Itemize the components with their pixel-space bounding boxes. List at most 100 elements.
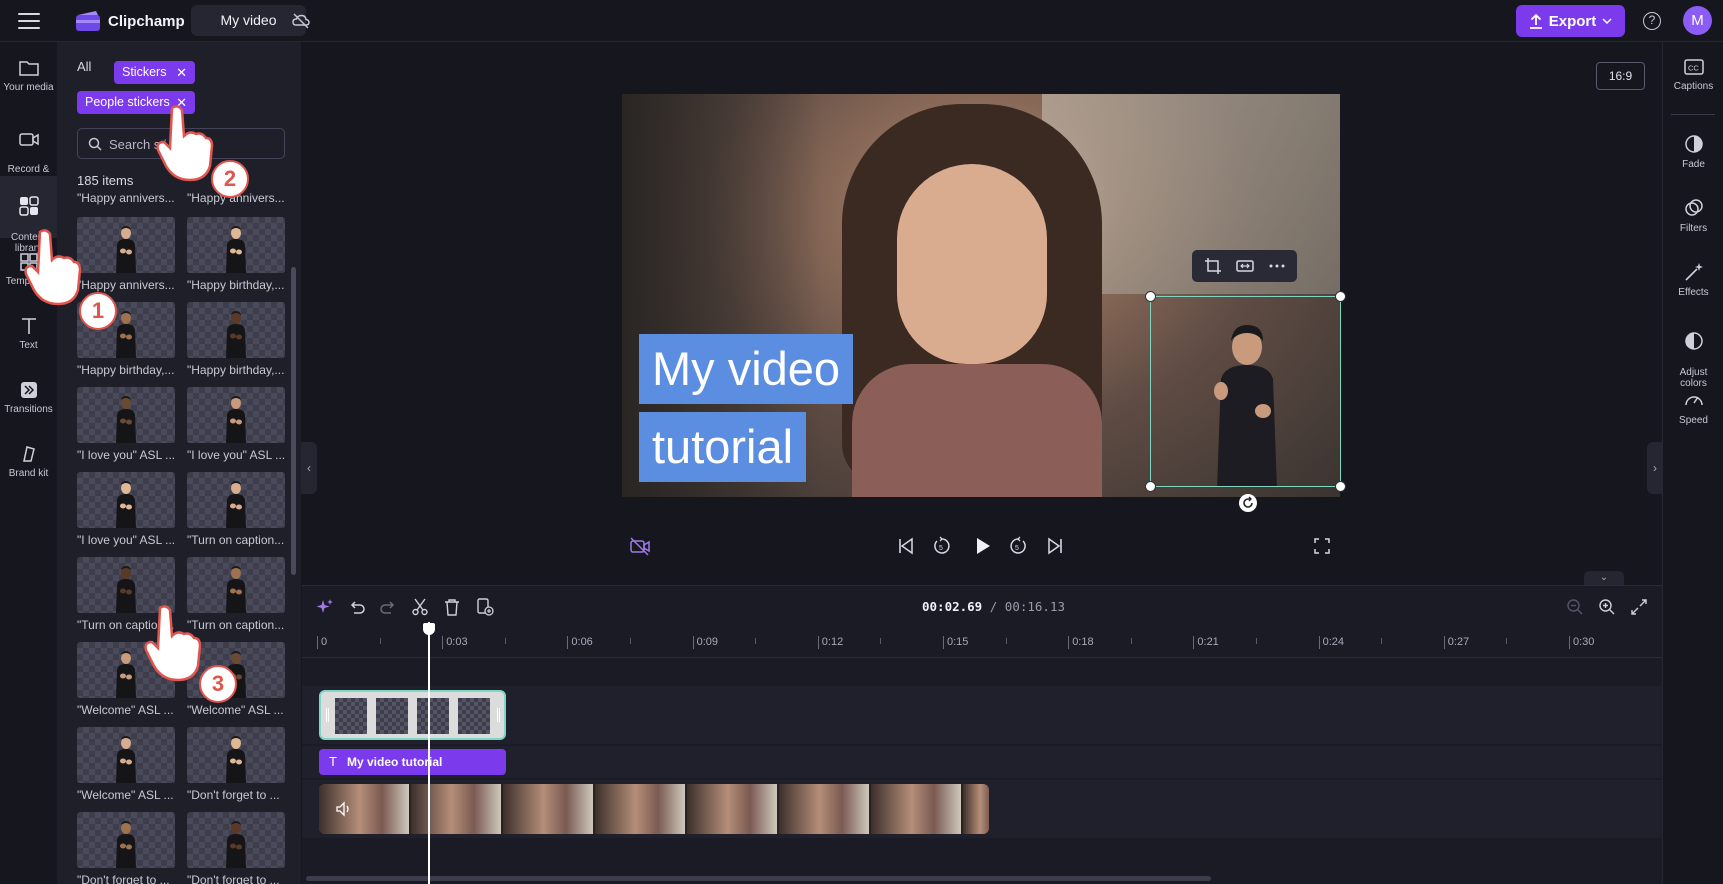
collapse-right-panel-icon[interactable]: › [1647,442,1663,494]
rotate-handle-icon[interactable] [1239,494,1257,512]
sticker-item[interactable]: "Happy birthday,... [187,302,285,377]
chip-stickers[interactable]: Stickers ✕ [114,61,195,84]
video-frame [595,784,687,834]
sticker-item[interactable]: "Don't forget to ... [187,727,285,802]
volume-icon[interactable] [335,800,353,818]
resize-handle-bottom-left[interactable] [1145,481,1156,492]
fullscreen-icon[interactable] [1313,536,1331,556]
split-scissors-icon[interactable] [411,598,429,616]
clipchamp-editor: Clipchamp My video Export ? M Your media… [0,0,1723,884]
more-icon[interactable] [1268,257,1286,275]
skip-forward-icon[interactable] [1046,536,1064,556]
rail-item-your-media[interactable]: Your media [0,58,57,93]
help-icon[interactable]: ? [1643,12,1661,30]
folder-icon [18,61,39,76]
zoom-out-icon[interactable] [1566,598,1584,616]
aspect-ratio-button[interactable]: 16:9 [1596,62,1645,90]
skip-back-icon[interactable] [897,536,915,556]
rail-label: Adjust colors [1679,367,1708,389]
sticker-item[interactable]: "I love you" ASL ... [77,387,175,462]
sticker-clip[interactable] [319,690,506,740]
rail-item-brand-kit[interactable]: Brand kit [0,444,57,479]
rail-item-filters[interactable]: Filters [1663,198,1723,234]
captions-icon: CC [1683,59,1704,75]
playhead-handle[interactable] [423,623,435,635]
rail-item-adjust-colors[interactable]: Adjust colors [1663,320,1723,389]
sticker-item[interactable]: "Welcome" ASL ... [77,727,175,802]
left-navigation-rail: Your media Record & create Content libra… [0,42,57,884]
magic-sparkle-icon[interactable] [316,598,334,616]
ruler-tick [1318,636,1320,649]
rail-item-transitions[interactable]: Transitions [0,380,57,415]
rewind-5-icon[interactable]: 5 [932,536,952,556]
fit-timeline-icon[interactable] [1630,598,1648,616]
trim-handle-left[interactable] [326,708,329,722]
sticker-item[interactable]: "Happy annivers... [77,217,175,292]
trim-handle-right[interactable] [497,708,500,722]
item-count: 185 items [77,173,134,188]
avatar-figure-icon [116,396,136,443]
rail-label: Brand kit [8,468,49,479]
sticker-caption: "Turn on caption... [187,533,285,547]
sticker-caption: "Happy birthday,... [187,278,285,292]
zoom-in-icon[interactable] [1598,598,1616,616]
sticker-caption: "Happy birthday,... [187,363,285,377]
close-icon[interactable]: ✕ [176,61,187,84]
resize-handle-top-right[interactable] [1335,291,1346,302]
crop-icon[interactable] [1204,257,1222,275]
rail-item-effects[interactable]: Effects [1663,262,1723,298]
step-badge-1: 1 [79,292,117,330]
time-separator: / [982,599,1005,614]
forward-5-icon[interactable]: 5 [1008,536,1028,556]
collapse-left-panel-icon[interactable]: ‹ [301,442,317,494]
library-scrollbar[interactable] [291,267,296,575]
sticker-item[interactable]: "I love you" ASL ... [77,472,175,547]
collapse-timeline-icon[interactable]: ⌄ [1584,571,1624,585]
export-button[interactable]: Export [1516,5,1625,37]
resize-handle-bottom-right[interactable] [1335,481,1346,492]
sticker-item[interactable]: "Turn on caption... [187,472,285,547]
avatar-figure-icon [116,481,136,528]
avatar-figure-icon [1214,325,1277,486]
playhead[interactable] [428,622,430,884]
sticker-item[interactable]: "Happy birthday,... [187,217,285,292]
text-clip[interactable]: T My video tutorial [319,749,506,775]
ruler-label: 0:27 [1447,636,1470,648]
sticker-item[interactable]: "Don't forget to ... [187,812,285,884]
video-clip[interactable] [319,784,989,834]
sticker-item[interactable]: "I love you" ASL ... [187,387,285,462]
caption-line-1[interactable]: My video [639,334,854,404]
rail-item-text[interactable]: Text [0,316,57,351]
export-label: Export [1548,12,1597,30]
timeline-scrollbar[interactable] [306,876,1211,881]
selected-sticker[interactable] [1150,296,1341,487]
ruler-tick [317,636,318,649]
menu-icon[interactable] [18,13,40,29]
redo-icon[interactable] [379,598,397,616]
sticker-thumbnail [77,472,175,528]
avatar-figure-icon [226,226,246,273]
rail-item-speed[interactable]: Speed [1663,390,1723,426]
sticker-item[interactable]: "Don't forget to ... [77,812,175,884]
timeline-ruler[interactable]: 0 0:03 0:06 0:09 0:12 0:15 0:18 0:21 0:24 0:27 0:3… [302,630,1662,658]
resize-handle-top-left[interactable] [1145,291,1156,302]
add-media-icon[interactable] [476,598,494,616]
play-icon[interactable] [972,536,992,556]
top-bar: Clipchamp My video Export ? M [0,0,1723,42]
caption-line-2[interactable]: tutorial [639,412,807,482]
rail-item-captions[interactable]: CC Captions [1663,58,1723,92]
user-avatar[interactable]: M [1683,6,1712,35]
rail-item-fade[interactable]: Fade [1663,134,1723,170]
rail-label: Transitions [4,404,53,415]
ruler-tick [442,636,444,649]
filter-all[interactable]: All [77,59,91,74]
sticker-caption: "I love you" ASL ... [77,448,175,462]
project-title[interactable]: My video [191,5,306,36]
delete-icon[interactable] [443,598,461,616]
magic-camera-off-icon[interactable] [629,536,651,556]
cloud-off-icon[interactable] [292,12,310,30]
sticker-thumbnail [187,472,285,528]
undo-icon[interactable] [348,598,366,616]
fit-icon[interactable] [1236,257,1254,275]
avatar-figure-icon [226,736,246,783]
